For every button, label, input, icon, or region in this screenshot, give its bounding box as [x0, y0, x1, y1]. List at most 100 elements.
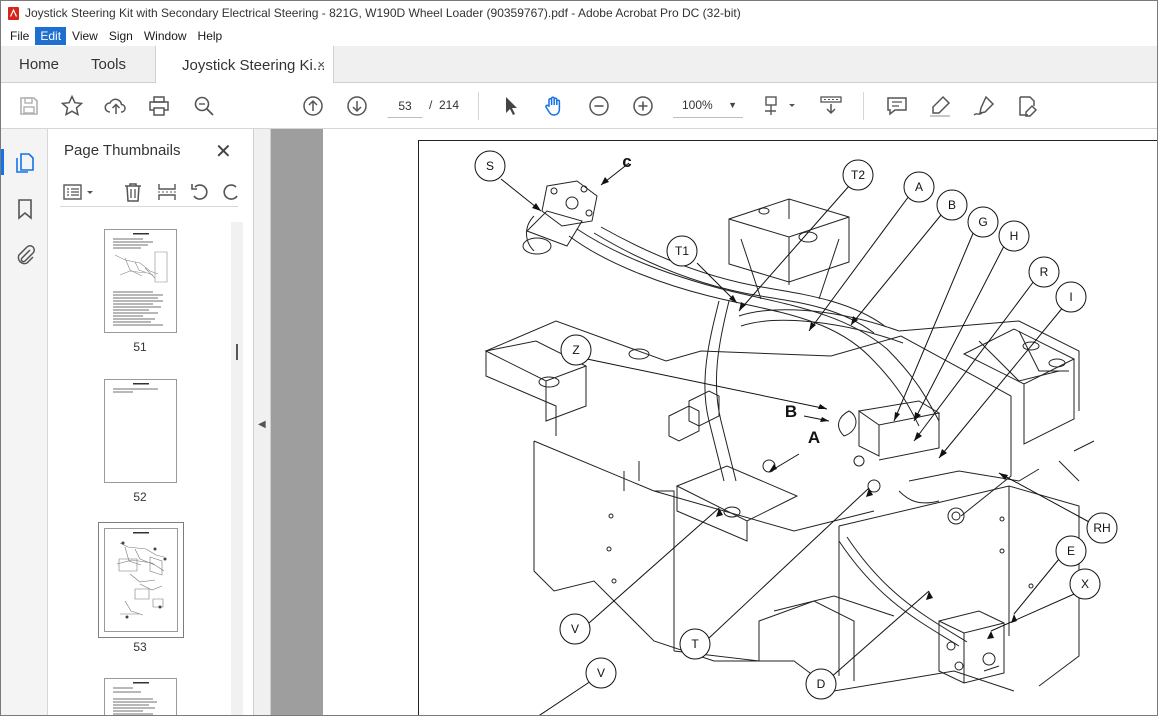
callout-b: B	[936, 189, 968, 221]
document-gutter	[271, 129, 323, 715]
svg-text:T: T	[691, 637, 699, 651]
svg-text:R: R	[1040, 265, 1049, 279]
edit-pdf-icon[interactable]	[1015, 94, 1039, 118]
active-indicator	[1, 149, 4, 175]
menu-window[interactable]: Window	[139, 27, 192, 45]
svg-text:A: A	[915, 180, 923, 194]
zoom-in-icon[interactable]	[631, 94, 655, 118]
hand-tool-icon[interactable]	[542, 94, 566, 118]
svg-text:T1: T1	[675, 244, 689, 258]
zoom-search-icon[interactable]	[192, 94, 216, 118]
thumbnail-page-53-selected[interactable]	[98, 522, 184, 638]
highlight-pen-icon[interactable]	[928, 94, 952, 118]
tab-home[interactable]: Home	[19, 46, 59, 83]
close-tab-icon[interactable]: ×	[317, 57, 325, 72]
thumbnail-preview	[113, 682, 157, 715]
toolbar-divider	[478, 92, 479, 120]
draw-sign-icon[interactable]	[972, 94, 996, 118]
thumbnail-label: 53	[133, 640, 147, 654]
chevron-down-icon: ▼	[728, 100, 737, 110]
thumbnail-page-53	[104, 528, 178, 632]
thumbnail-preview	[116, 532, 167, 619]
svg-text:V: V	[571, 622, 579, 636]
toolbar-divider	[863, 92, 864, 120]
callout-s: S	[474, 150, 506, 182]
select-cursor-icon[interactable]	[499, 94, 523, 118]
left-navigation-rail	[1, 129, 48, 715]
label-c: c	[622, 152, 631, 171]
thumbnail-preview	[113, 233, 168, 326]
page-number-input[interactable]: 53	[387, 93, 423, 118]
leader-arrowheads	[532, 177, 1017, 639]
page-thumbnails-icon[interactable]	[13, 151, 37, 175]
svg-text:B: B	[948, 198, 956, 212]
menu-edit[interactable]: Edit	[35, 26, 67, 45]
thumbnail-options-icon[interactable]	[62, 181, 96, 203]
svg-text:D: D	[817, 677, 826, 691]
callout-r: R	[1028, 256, 1060, 288]
page-fit-icon[interactable]	[763, 94, 797, 118]
callout-g: G	[967, 206, 999, 238]
tab-document[interactable]: Joystick Steering Ki... ×	[155, 46, 334, 84]
svg-text:I: I	[1069, 290, 1072, 304]
next-page-icon[interactable]	[345, 94, 369, 118]
menu-bar: File Edit View Sign Window Help	[1, 25, 1157, 46]
thumbnail-page-52[interactable]	[104, 379, 177, 483]
svg-text:H: H	[1010, 229, 1019, 243]
extract-pages-icon[interactable]	[156, 181, 178, 203]
scroll-mode-icon[interactable]	[819, 94, 843, 118]
collapse-panel-arrow-icon[interactable]: ◀	[258, 419, 266, 430]
callout-v: V	[559, 613, 591, 645]
thumbnail-label: 51	[133, 340, 147, 354]
svg-text:X: X	[1081, 577, 1089, 591]
previous-page-icon[interactable]	[301, 94, 325, 118]
scrollbar-grip[interactable]	[236, 344, 238, 360]
main-toolbar: 53 / 214 100% ▼	[1, 83, 1157, 129]
thumbnail-page-51[interactable]	[104, 229, 177, 333]
callout-i: I	[1055, 281, 1087, 313]
menu-help[interactable]: Help	[193, 27, 228, 45]
menu-view[interactable]: View	[67, 27, 103, 45]
callout-x: X	[1069, 568, 1101, 600]
svg-text:Z: Z	[572, 343, 579, 357]
pdf-page: S c T2 A B G H T1 R I Z B A RH E X V T D…	[418, 140, 1157, 715]
tab-tools[interactable]: Tools	[91, 46, 126, 83]
bookmark-icon[interactable]	[13, 197, 37, 221]
svg-text:T2: T2	[851, 168, 865, 182]
menu-sign[interactable]: Sign	[104, 27, 138, 45]
attachment-paperclip-icon[interactable]	[13, 243, 37, 267]
rotate-clockwise-icon[interactable]	[220, 181, 238, 203]
svg-text:V: V	[597, 666, 605, 680]
comment-icon[interactable]	[885, 94, 909, 118]
callout-e: E	[1055, 535, 1087, 567]
close-panel-icon[interactable]: ✕	[215, 139, 232, 164]
zoom-level-value: 100%	[682, 98, 713, 112]
save-icon[interactable]	[17, 94, 41, 118]
tab-bar: Home Tools Joystick Steering Ki... ×	[1, 46, 1157, 84]
page-thumbnails-panel: Page Thumbnails ✕ 51 52 53	[48, 129, 254, 715]
acrobat-window: Joystick Steering Kit with Secondary Ele…	[0, 0, 1158, 716]
thumbnail-preview	[113, 383, 158, 393]
svg-text:S: S	[486, 159, 494, 173]
svg-text:E: E	[1067, 544, 1075, 558]
thumbnail-scrollbar[interactable]	[231, 222, 243, 715]
panel-title: Page Thumbnails	[64, 142, 181, 159]
zoom-out-icon[interactable]	[587, 94, 611, 118]
callout-t2: T2	[842, 159, 874, 191]
callout-z: Z	[560, 334, 592, 366]
upload-cloud-icon[interactable]	[104, 94, 128, 118]
print-icon[interactable]	[147, 94, 171, 118]
thumbnail-page-54[interactable]	[104, 678, 177, 715]
callout-d: D	[805, 668, 837, 700]
total-pages: 214	[439, 98, 460, 112]
rotate-counterclockwise-icon[interactable]	[189, 181, 211, 203]
panel-splitter[interactable]: ◀	[254, 129, 271, 715]
menu-file[interactable]: File	[5, 27, 34, 45]
callout-t: T	[679, 628, 711, 660]
callout-v-lower: V	[585, 657, 617, 689]
svg-text:RH: RH	[1093, 521, 1110, 535]
tab-document-label: Joystick Steering Ki...	[182, 56, 326, 74]
star-bookmark-icon[interactable]	[60, 94, 84, 118]
zoom-level-dropdown[interactable]: 100% ▼	[673, 93, 743, 118]
delete-trash-icon[interactable]	[122, 181, 144, 203]
